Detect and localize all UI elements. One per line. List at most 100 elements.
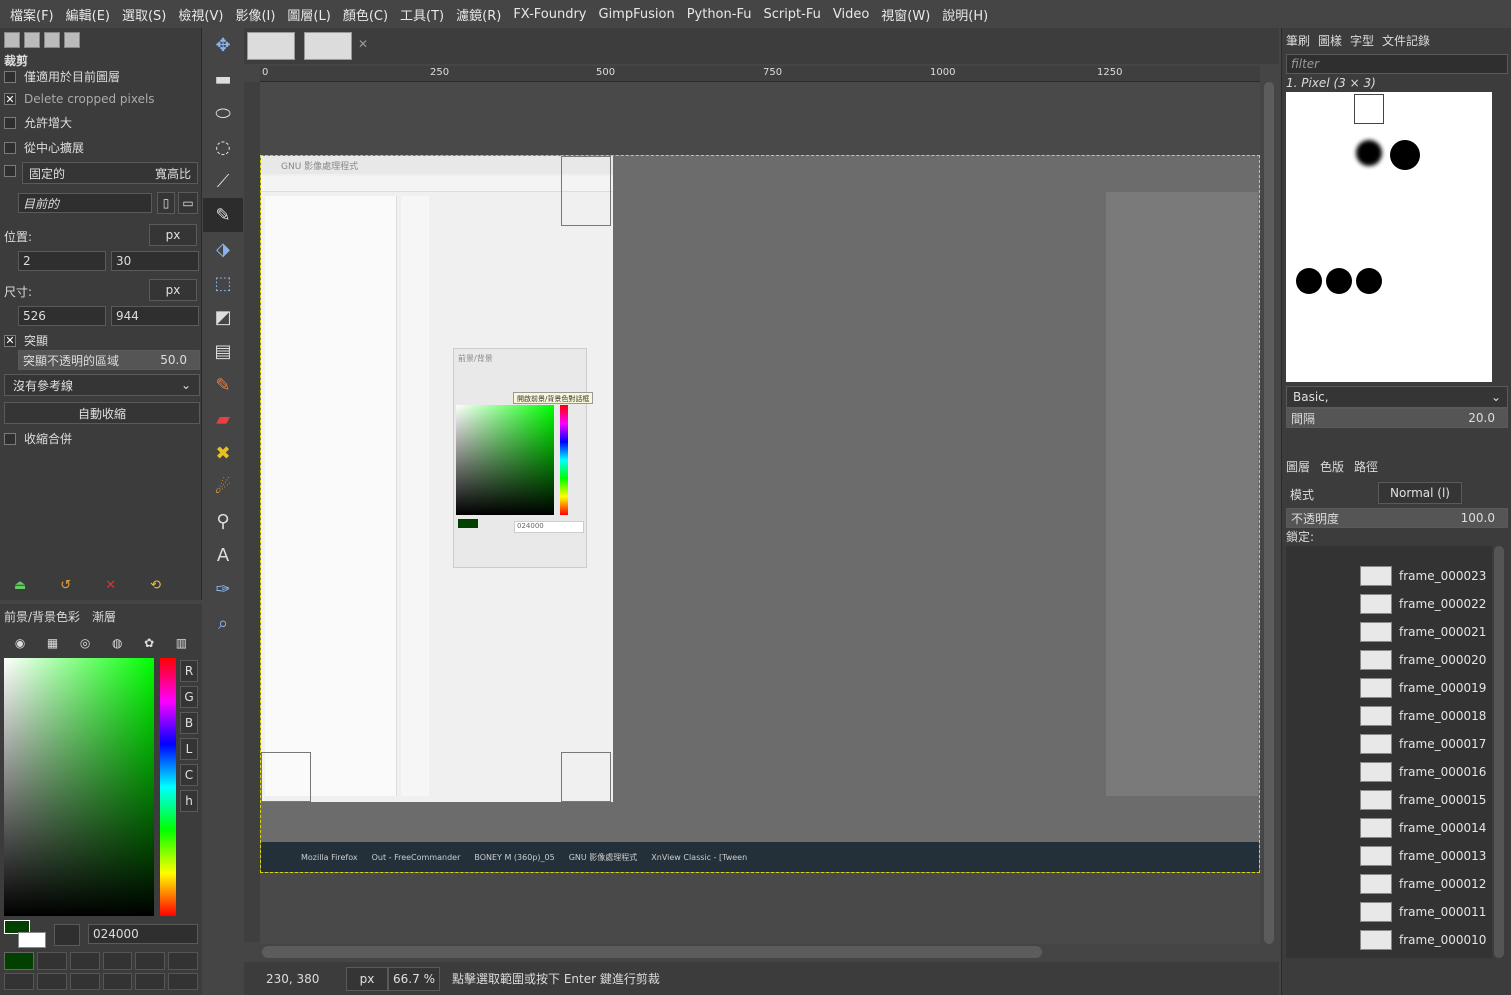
background-color-swatch[interactable] [18,932,46,948]
image-tab-1[interactable] [247,32,295,60]
size-width-field[interactable]: 526 [18,306,106,326]
tab-channels[interactable]: 色版 [1320,458,1344,475]
history-swatch[interactable] [168,972,198,990]
checked-checkbox[interactable]: ✕ [4,93,16,106]
scales-selector-icon[interactable]: ▥ [176,636,187,650]
highlight-opacity-slider[interactable]: 突顯不透明的區域 50.0 [18,350,200,370]
hue-strip[interactable] [160,658,176,916]
move-tool-icon[interactable]: ✥ [203,28,243,62]
menu-select[interactable]: 選取(S) [116,5,172,24]
fuzzy-select-tool-icon[interactable]: ⟋ [203,164,243,198]
position-y-field[interactable]: 30 [111,251,199,271]
layer-row[interactable]: frame_000019 [1360,676,1490,700]
menu-file[interactable]: 檔案(F) [4,5,60,24]
tab-layers[interactable]: 圖層 [1286,458,1310,475]
tool-options-tab-icon[interactable] [4,32,20,48]
layer-row[interactable]: frame_000015 [1360,788,1490,812]
tab-paths[interactable]: 路徑 [1354,458,1378,475]
blend-tool-icon[interactable]: ▤ [203,334,243,368]
layer-row[interactable]: frame_000020 [1360,648,1490,672]
channel-b[interactable]: B [180,712,198,734]
position-unit-select[interactable]: px [149,224,197,246]
menu-script-fu[interactable]: Script-Fu [757,7,826,22]
color-dialog-icon[interactable] [54,924,80,946]
menu-python-fu[interactable]: Python-Fu [681,7,758,22]
menu-view[interactable]: 檢視(V) [172,5,229,24]
shrink-merged-option[interactable]: 收縮合併 [4,430,72,447]
free-select-tool-icon[interactable]: ◌ [203,130,243,164]
delete-icon[interactable]: ✕ [105,578,116,593]
history-swatch[interactable] [168,952,198,970]
selected-brush[interactable] [1354,94,1384,124]
position-x-field[interactable]: 2 [18,251,106,271]
channel-l[interactable]: L [180,738,198,760]
menu-filters[interactable]: 濾鏡(R) [450,5,507,24]
channel-r[interactable]: R [180,660,198,682]
zoom-tool-icon[interactable]: ⌕ [203,606,243,640]
fixed-mode-select[interactable]: 固定的 寬高比 [22,162,198,184]
unit-select[interactable]: px [346,966,388,991]
cage-transform-icon[interactable]: ⬚ [203,266,243,300]
menu-colors[interactable]: 顏色(C) [337,5,394,24]
layer-row[interactable]: frame_000010 [1360,928,1490,952]
layer-mode-select[interactable]: Normal (l) [1378,482,1462,504]
layer-row[interactable]: frame_000016 [1360,760,1490,784]
fixed-option[interactable] [4,165,24,177]
hex-field[interactable]: 024000 [88,924,198,944]
checkbox[interactable] [4,70,16,83]
brush-filter-input[interactable]: filter [1286,54,1508,74]
layer-row[interactable]: frame_000022 [1360,592,1490,616]
history-swatch[interactable] [69,952,100,970]
layer-list-scrollbar[interactable] [1494,546,1504,958]
menu-windows[interactable]: 視窗(W) [875,5,936,24]
brush-item[interactable] [1356,268,1382,294]
checked-checkbox[interactable]: ✕ [4,334,16,347]
eraser-icon[interactable]: ▰ [203,402,243,436]
crop-handle-bottom-left[interactable] [261,752,311,802]
crop-handle-bottom-right[interactable] [561,752,611,802]
history-swatch[interactable] [135,952,166,970]
brush-item[interactable] [1390,140,1420,170]
layer-opacity-slider[interactable]: 不透明度 100.0 [1286,508,1508,528]
channel-g[interactable]: G [180,686,198,708]
brush-item[interactable] [1326,268,1352,294]
spacing-slider[interactable]: 間隔 20.0 [1286,408,1508,428]
tab-fgbg[interactable]: 前景/背景色彩 [4,608,80,625]
menu-layer[interactable]: 圖層(L) [281,5,336,24]
tab-document-history[interactable]: 文件記錄 [1382,32,1430,49]
image-tab-2[interactable] [304,32,352,60]
menu-edit[interactable]: 編輯(E) [60,5,116,24]
checkbox[interactable] [4,165,16,177]
history-swatch[interactable] [36,972,67,990]
size-height-field[interactable]: 944 [111,306,199,326]
paths-tool-icon[interactable]: ⚲ [203,504,243,538]
landscape-icon[interactable]: ▭ [178,192,198,214]
menu-tools[interactable]: 工具(T) [394,5,450,24]
history-swatch[interactable] [69,972,100,990]
layer-row[interactable]: frame_000021 [1360,620,1490,644]
tab-patterns[interactable]: 圖樣 [1318,32,1342,49]
layer-row[interactable]: frame_000023 [1360,564,1490,588]
device-status-tab-icon[interactable] [24,32,40,48]
images-tab-icon[interactable] [64,32,80,48]
color-picker-icon[interactable]: ✑ [203,572,243,606]
layer-row[interactable]: frame_000014 [1360,816,1490,840]
delete-cropped-option[interactable]: ✕ Delete cropped pixels [4,92,155,106]
tab-brushes[interactable]: 筆刷 [1286,32,1310,49]
reset-icon[interactable]: ⟲ [150,578,161,593]
allow-growing-option[interactable]: 允許增大 [4,114,72,131]
history-swatch[interactable] [4,952,34,970]
vertical-scrollbar[interactable] [1264,82,1274,944]
layer-row[interactable]: frame_000017 [1360,732,1490,756]
crop-handle-top-right[interactable] [561,156,611,226]
layer-row[interactable]: frame_000011 [1360,900,1490,924]
menu-help[interactable]: 說明(H) [936,5,994,24]
tab-gradient[interactable]: 漸層 [92,608,116,625]
smudge-tool-icon[interactable]: ☄ [203,470,243,504]
menu-fx-foundry[interactable]: FX-Foundry [507,7,592,22]
watercolor-selector-icon[interactable]: ✿ [144,636,154,650]
checkbox[interactable] [4,141,16,154]
unified-transform-icon[interactable]: ⬗ [203,232,243,266]
checkbox[interactable] [4,432,16,445]
guides-select[interactable]: 沒有參考線 ⌄ [4,374,200,396]
